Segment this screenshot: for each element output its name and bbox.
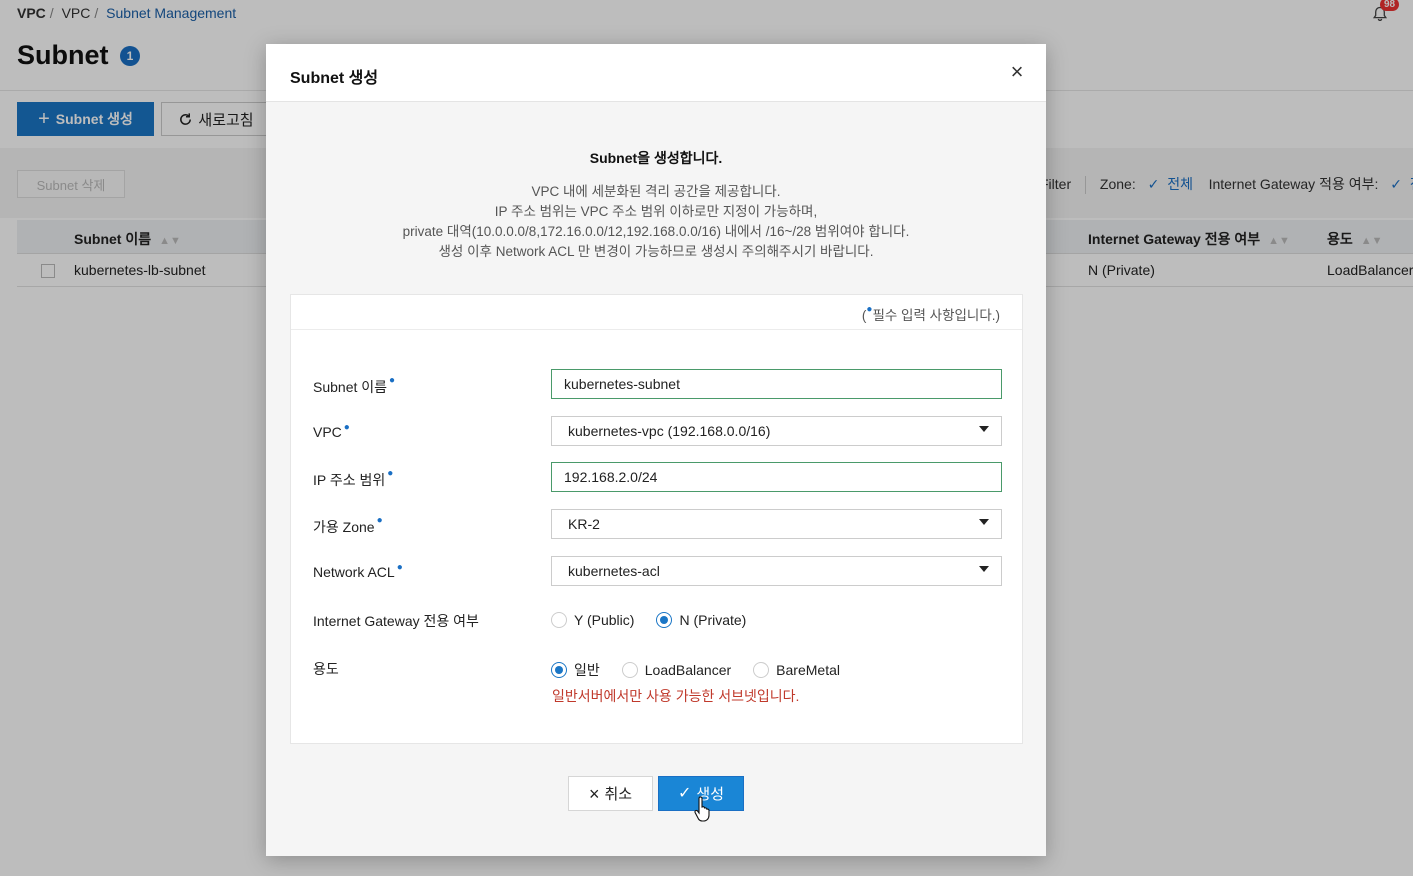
cancel-button[interactable]: × 취소 bbox=[568, 776, 653, 811]
usage-radio-baremetal[interactable]: BareMetal bbox=[753, 662, 840, 678]
caret-down-icon bbox=[979, 426, 989, 432]
usage-radio-group: 일반 LoadBalancer BareMetal bbox=[551, 660, 862, 680]
network-acl-select-value: kubernetes-acl bbox=[568, 563, 660, 579]
radio-selected-icon bbox=[551, 662, 567, 678]
network-acl-label: Network ACL ● bbox=[313, 562, 403, 580]
divider bbox=[291, 329, 1022, 330]
igw-radio-group: Y (Public) N (Private) bbox=[551, 612, 768, 628]
form-card: (●필수 입력 사항입니다.) Subnet 이름 ● kubernetes-su… bbox=[290, 294, 1023, 744]
check-icon: ✓ bbox=[677, 784, 692, 802]
subnet-name-input[interactable]: kubernetes-subnet bbox=[551, 369, 1002, 399]
radio-icon bbox=[753, 662, 770, 678]
required-dot-icon: ● bbox=[396, 562, 403, 573]
igw-radio-public[interactable]: Y (Public) bbox=[551, 612, 634, 628]
subnet-name-value: kubernetes-subnet bbox=[564, 376, 680, 392]
intro-line: private 대역(10.0.0.0/8,172.16.0.0/12,192.… bbox=[402, 224, 910, 239]
radio-label: N (Private) bbox=[679, 612, 747, 628]
intro-description: VPC 내에 세분화된 격리 공간을 제공합니다. IP 주소 범위는 VPC … bbox=[266, 182, 1046, 262]
network-acl-select[interactable]: kubernetes-acl bbox=[551, 556, 1002, 586]
usage-radio-loadbalancer[interactable]: LoadBalancer bbox=[621, 662, 732, 678]
igw-label: Internet Gateway 전용 여부 bbox=[313, 613, 479, 629]
field-label-text: Network ACL bbox=[313, 564, 395, 580]
radio-selected-icon bbox=[656, 612, 673, 628]
field-label-text: Subnet 이름 bbox=[313, 379, 388, 395]
vpc-label: VPC ● bbox=[313, 422, 350, 440]
zone-label: 가용 Zone ● bbox=[313, 515, 383, 537]
field-label-text: 가용 Zone bbox=[313, 519, 375, 535]
caret-down-icon bbox=[979, 519, 989, 525]
vpc-select-value: kubernetes-vpc (192.168.0.0/16) bbox=[568, 423, 771, 439]
required-dot-icon: ● bbox=[376, 515, 383, 526]
usage-radio-general[interactable]: 일반 bbox=[551, 660, 600, 680]
caret-down-icon bbox=[979, 566, 989, 572]
hand-cursor-icon bbox=[694, 796, 710, 822]
ip-range-value: 192.168.2.0/24 bbox=[564, 469, 658, 485]
modal-header: Subnet 생성 × bbox=[266, 44, 1046, 102]
vpc-select[interactable]: kubernetes-vpc (192.168.0.0/16) bbox=[551, 416, 1002, 446]
igw-radio-private[interactable]: N (Private) bbox=[656, 612, 746, 628]
subnet-name-label: Subnet 이름 ● bbox=[313, 375, 396, 397]
zone-select[interactable]: KR-2 bbox=[551, 509, 1002, 539]
modal-title: Subnet 생성 bbox=[290, 70, 379, 87]
field-label-text: VPC bbox=[313, 424, 342, 440]
radio-icon bbox=[551, 612, 567, 628]
cancel-label: 취소 bbox=[604, 786, 633, 803]
usage-label: 용도 bbox=[313, 661, 339, 677]
required-note-text: 필수 입력 사항입니다.) bbox=[872, 308, 1000, 323]
intro-line: 생성 이후 Network ACL 만 변경이 가능하므로 생성시 주의해주시기… bbox=[438, 244, 874, 259]
ip-range-label: IP 주소 범위 ● bbox=[313, 468, 394, 490]
radio-label: Y (Public) bbox=[574, 612, 635, 628]
close-icon: × bbox=[588, 783, 600, 804]
required-dot-icon: ● bbox=[343, 422, 350, 433]
radio-label: LoadBalancer bbox=[644, 662, 732, 678]
ip-range-input[interactable]: 192.168.2.0/24 bbox=[551, 462, 1002, 492]
intro-line: VPC 내에 세분화된 격리 공간을 제공합니다. bbox=[531, 184, 781, 199]
radio-label: BareMetal bbox=[776, 662, 840, 678]
usage-hint: 일반서버에서만 사용 가능한 서브넷입니다. bbox=[552, 688, 800, 704]
zone-select-value: KR-2 bbox=[568, 516, 600, 532]
radio-icon bbox=[621, 662, 638, 678]
intro-heading: Subnet을 생성합니다. bbox=[589, 150, 723, 166]
radio-label: 일반 bbox=[574, 662, 600, 678]
required-dot-icon: ● bbox=[389, 375, 396, 386]
create-subnet-modal: Subnet 생성 × Subnet을 생성합니다. VPC 내에 세분화된 격… bbox=[266, 44, 1046, 856]
intro-line: IP 주소 범위는 VPC 주소 범위 이하로만 지정이 가능하며, bbox=[494, 204, 818, 219]
field-label-text: IP 주소 범위 bbox=[313, 472, 386, 488]
required-note: (●필수 입력 사항입니다.) bbox=[862, 304, 1000, 324]
required-dot-icon: ● bbox=[387, 468, 394, 479]
close-icon[interactable]: × bbox=[1006, 61, 1028, 84]
